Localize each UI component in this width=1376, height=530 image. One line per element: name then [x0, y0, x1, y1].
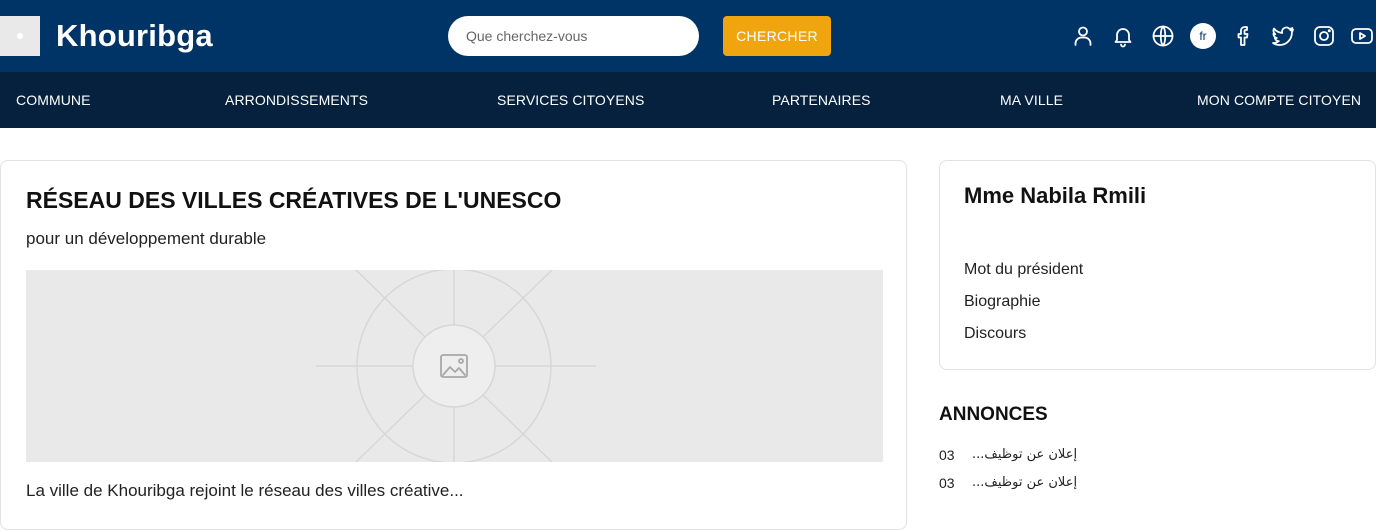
image-placeholder-pattern — [316, 270, 596, 462]
featured-article-card[interactable]: RÉSEAU DES VILLES CRÉATIVES DE L'UNESCO … — [0, 160, 907, 530]
article-subtitle: pour un développement durable — [26, 229, 267, 248]
mot-du-president-link[interactable]: Mot du président — [964, 261, 1083, 279]
article-image-placeholder[interactable] — [26, 270, 883, 462]
instagram-icon[interactable] — [1310, 22, 1338, 50]
article-excerpt: La ville de Khouribga rejoint le réseau … — [26, 481, 464, 500]
biographie-link[interactable]: Biographie — [964, 293, 1041, 311]
nav-item-commune[interactable]: COMMUNE — [16, 72, 91, 128]
article-title[interactable]: RÉSEAU DES VILLES CRÉATIVES DE L'UNESCO — [26, 187, 561, 214]
annonces-heading: ANNONCES — [939, 404, 1048, 425]
nav-item-services-citoyens[interactable]: SERVICES CITOYENS — [497, 72, 644, 128]
search-input[interactable] — [448, 16, 699, 56]
annonce-item[interactable]: 03 ...إعلان عن توظيف — [939, 447, 1099, 467]
facebook-icon[interactable] — [1230, 22, 1258, 50]
search-button[interactable]: CHERCHER — [723, 16, 831, 56]
nav-item-arrondissements[interactable]: ARRONDISSEMENTS — [225, 72, 368, 128]
globe-icon[interactable] — [1149, 22, 1177, 50]
nav-item-ma-ville[interactable]: MA VILLE — [1000, 72, 1063, 128]
annonce-text[interactable]: ...إعلان عن توظيف — [972, 475, 1077, 490]
president-name: Mme Nabila Rmili — [964, 183, 1147, 208]
site-title[interactable]: Khouribga — [56, 16, 213, 56]
nav-item-partenaires[interactable]: PARTENAIRES — [772, 72, 871, 128]
language-badge[interactable]: fr — [1190, 23, 1216, 49]
dot-icon — [17, 33, 23, 39]
annonce-text[interactable]: ...إعلان عن توظيف — [972, 447, 1077, 462]
top-header: Khouribga CHERCHER fr — [0, 0, 1376, 72]
youtube-icon[interactable] — [1350, 22, 1376, 50]
twitter-icon[interactable] — [1269, 22, 1297, 50]
user-icon[interactable] — [1069, 22, 1097, 50]
annonce-day: 03 — [939, 475, 955, 491]
main-nav: COMMUNE ARRONDISSEMENTS SERVICES CITOYEN… — [0, 72, 1376, 128]
president-card: Mme Nabila Rmili Mot du président Biogra… — [939, 160, 1376, 370]
nav-item-mon-compte-citoyen[interactable]: MON COMPTE CITOYEN — [1197, 72, 1361, 128]
menu-toggle-button[interactable] — [0, 16, 40, 56]
discours-link[interactable]: Discours — [964, 325, 1026, 343]
bell-icon[interactable] — [1109, 22, 1137, 50]
annonce-item[interactable]: 03 ...إعلان عن توظيف — [939, 475, 1099, 495]
annonce-day: 03 — [939, 447, 955, 463]
